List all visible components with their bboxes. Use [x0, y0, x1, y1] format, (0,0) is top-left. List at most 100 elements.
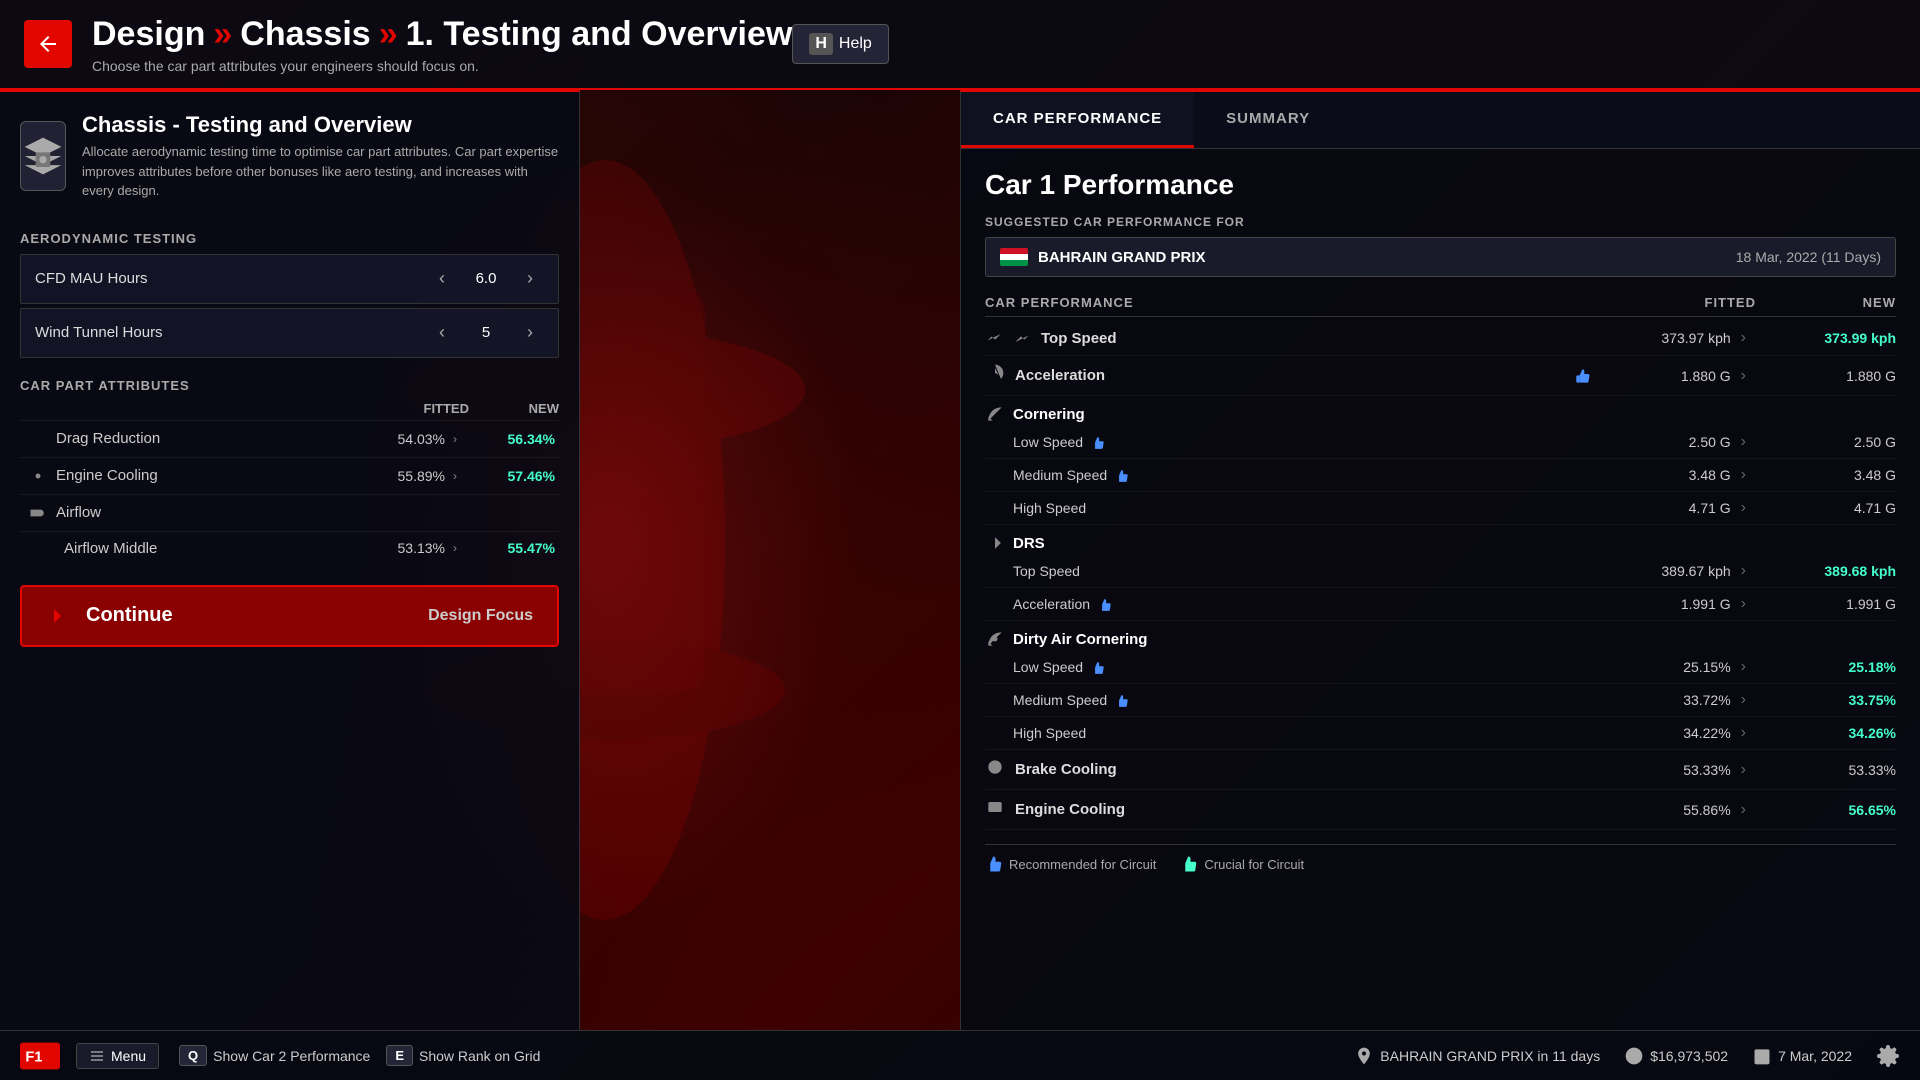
dirty-air-category: Dirty Air Cornering [985, 629, 1896, 649]
help-button[interactable]: H Help [792, 24, 888, 64]
continue-button[interactable]: Continue Design Focus [20, 585, 559, 647]
panel-title: Chassis - Testing and Overview [82, 112, 559, 138]
perf-top-speed: Top Speed 373.97 kph › 373.99 kph [985, 321, 1896, 356]
cfd-decrease[interactable]: ‹ [428, 265, 456, 293]
accel-thumb [1575, 368, 1591, 384]
accel-icon-wrap [985, 363, 1011, 388]
brake-cooling-icon [985, 757, 1005, 777]
bottom-info: BAHRAIN GRAND PRIX in 11 days $16,973,50… [1354, 1044, 1900, 1068]
cornering-category: Cornering [985, 404, 1896, 424]
cornering-low-fitted: 2.50 G [1591, 434, 1731, 450]
attr-section-label: CAR PART ATTRIBUTES [20, 378, 559, 393]
crucial-label: Crucial for Circuit [1204, 857, 1304, 872]
dirty-med-name: Medium Speed [1013, 692, 1591, 708]
tab-car-performance[interactable]: CAR PERFORMANCE [961, 92, 1194, 148]
cfd-label: CFD MAU Hours [35, 270, 428, 287]
dirty-high-name: High Speed [1013, 725, 1591, 741]
legend-crucial: Crucial for Circuit [1180, 855, 1304, 873]
suggested-label: SUGGESTED CAR PERFORMANCE FOR [985, 215, 1896, 229]
dirty-high: High Speed 34.22% › 34.26% [985, 717, 1896, 750]
cornering-med-fitted: 3.48 G [1591, 467, 1731, 483]
qa-rank: E Show Rank on Grid [386, 1045, 540, 1066]
qa-car2-key: Q [179, 1045, 207, 1066]
svg-text:F1: F1 [25, 1049, 42, 1065]
airflow-middle-arrow: › [445, 541, 465, 555]
engine-cooling-icon [24, 466, 52, 486]
crucial-icon [1180, 855, 1198, 873]
dirty-med-thumb [1115, 694, 1129, 708]
drag-name: Drag Reduction [52, 430, 355, 447]
date-text: 7 Mar, 2022 [1778, 1048, 1852, 1064]
cornering-label: Cornering [1013, 406, 1896, 423]
engine-cooling-perf-arrow: › [1731, 801, 1756, 819]
perf-acceleration: Acceleration 1.880 G › 1.880 G [985, 356, 1896, 396]
dirty-low-arrow: › [1731, 658, 1756, 676]
top-speed-name: Top Speed [1037, 330, 1591, 347]
settings-button[interactable] [1876, 1044, 1900, 1068]
continue-arrow-icon [46, 604, 70, 628]
menu-button[interactable]: Menu [76, 1043, 159, 1069]
engine-cooling-name: Engine Cooling [52, 467, 355, 484]
bottom-bar: F1 Menu Q Show Car 2 Performance E Show … [0, 1030, 1920, 1080]
drs-accel-new: 1.991 G [1756, 596, 1896, 612]
breadcrumb-mid: Chassis [240, 15, 370, 54]
cornering-high-fitted: 4.71 G [1591, 500, 1731, 516]
menu-label: Menu [111, 1048, 146, 1064]
airflow-middle-fitted: 53.13% [355, 540, 445, 556]
panel-description: Allocate aerodynamic testing time to opt… [82, 142, 559, 201]
airflow-name: Airflow [52, 504, 555, 521]
drs-top-speed-fitted: 389.67 kph [1591, 563, 1731, 579]
dirty-low-thumb [1091, 661, 1105, 675]
breadcrumb-sep1: » [213, 15, 232, 54]
airflow-middle-new: 55.47% [465, 540, 555, 556]
quick-actions: Q Show Car 2 Performance E Show Rank on … [179, 1045, 540, 1066]
airflow-icon [24, 503, 52, 523]
cornering-med-new: 3.48 G [1756, 467, 1896, 483]
breadcrumb-sep2: » [379, 15, 398, 54]
drs-top-speed: Top Speed 389.67 kph › 389.68 kph [985, 555, 1896, 588]
ph-fitted: FITTED [1616, 295, 1756, 310]
accel-fitted: 1.880 G [1591, 368, 1731, 384]
dirty-high-fitted: 34.22% [1591, 725, 1731, 741]
back-button[interactable] [24, 20, 72, 68]
cornering-high-new: 4.71 G [1756, 500, 1896, 516]
brake-icon-wrap [985, 757, 1011, 782]
dirty-med-arrow: › [1731, 691, 1756, 709]
cornering-medium: Medium Speed 3.48 G › 3.48 G [985, 459, 1896, 492]
tab-summary[interactable]: SUMMARY [1194, 92, 1342, 148]
top-speed-icon-wrap [985, 328, 1037, 348]
drs-top-speed-new: 389.68 kph [1756, 563, 1896, 579]
wind-decrease[interactable]: ‹ [428, 319, 456, 347]
attr-airflow-middle: Airflow Middle 53.13% › 55.47% [20, 531, 559, 565]
gp-info-item: BAHRAIN GRAND PRIX in 11 days [1354, 1046, 1600, 1066]
cornering-med-name: Medium Speed [1013, 467, 1591, 483]
drs-icon [985, 533, 1005, 553]
breadcrumb-current: 1. Testing and Overview [406, 15, 793, 54]
ah-fitted: FITTED [379, 401, 469, 416]
drag-fitted: 54.03% [355, 431, 445, 447]
wind-increase[interactable]: › [516, 319, 544, 347]
money-text: $16,973,502 [1650, 1048, 1728, 1064]
attr-drag-reduction: Drag Reduction 54.03% › 56.34% [20, 420, 559, 457]
drs-top-speed-name: Top Speed [1013, 563, 1591, 579]
dirty-low-name: Low Speed [1013, 659, 1591, 675]
drag-new: 56.34% [465, 431, 555, 447]
wind-label: Wind Tunnel Hours [35, 324, 428, 341]
engine-cooling-perf-fitted: 55.86% [1591, 802, 1731, 818]
dirty-air-icon [985, 629, 1005, 649]
gp-name: BAHRAIN GRAND PRIX [1038, 249, 1726, 266]
qa-rank-key: E [386, 1045, 413, 1066]
cfd-increase[interactable]: › [516, 265, 544, 293]
dirty-med-new: 33.75% [1756, 692, 1896, 708]
brake-new: 53.33% [1756, 762, 1896, 778]
ph-new: NEW [1756, 295, 1896, 310]
gp-info-text: BAHRAIN GRAND PRIX in 11 days [1380, 1048, 1600, 1064]
dirty-low-fitted: 25.15% [1591, 659, 1731, 675]
continue-label: Continue [86, 604, 412, 627]
ph-car-perf: CAR PERFORMANCE [985, 295, 1616, 310]
settings-icon [1876, 1044, 1900, 1068]
date-item: 7 Mar, 2022 [1752, 1046, 1852, 1066]
accel-name: Acceleration [1011, 367, 1571, 384]
brake-name: Brake Cooling [1011, 761, 1591, 778]
ah-new: NEW [469, 401, 559, 416]
